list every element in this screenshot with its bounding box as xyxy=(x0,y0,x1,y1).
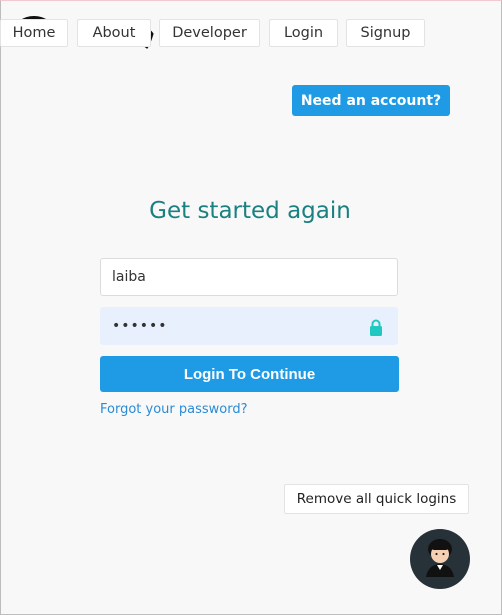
nav-about[interactable]: About xyxy=(77,19,151,47)
username-value: laiba xyxy=(112,269,146,285)
avatar[interactable] xyxy=(410,529,470,589)
username-input[interactable]: laiba xyxy=(100,258,398,296)
nav-login[interactable]: Login xyxy=(269,19,338,47)
nav-developer[interactable]: Developer xyxy=(159,19,260,47)
login-submit-button[interactable]: Login To Continue xyxy=(100,356,399,392)
nav-signup[interactable]: Signup xyxy=(346,19,425,47)
password-input[interactable]: •••••• xyxy=(100,307,398,345)
forgot-password-link[interactable]: Forgot your password? xyxy=(100,402,248,417)
need-account-button[interactable]: Need an account? xyxy=(292,85,450,116)
lock-icon xyxy=(370,319,382,336)
nav-home[interactable]: Home xyxy=(0,19,68,47)
password-value: •••••• xyxy=(112,318,168,334)
avatar-illustration xyxy=(426,539,454,577)
remove-quick-logins-button[interactable]: Remove all quick logins xyxy=(284,484,469,514)
page-title: Get started again xyxy=(149,198,351,224)
